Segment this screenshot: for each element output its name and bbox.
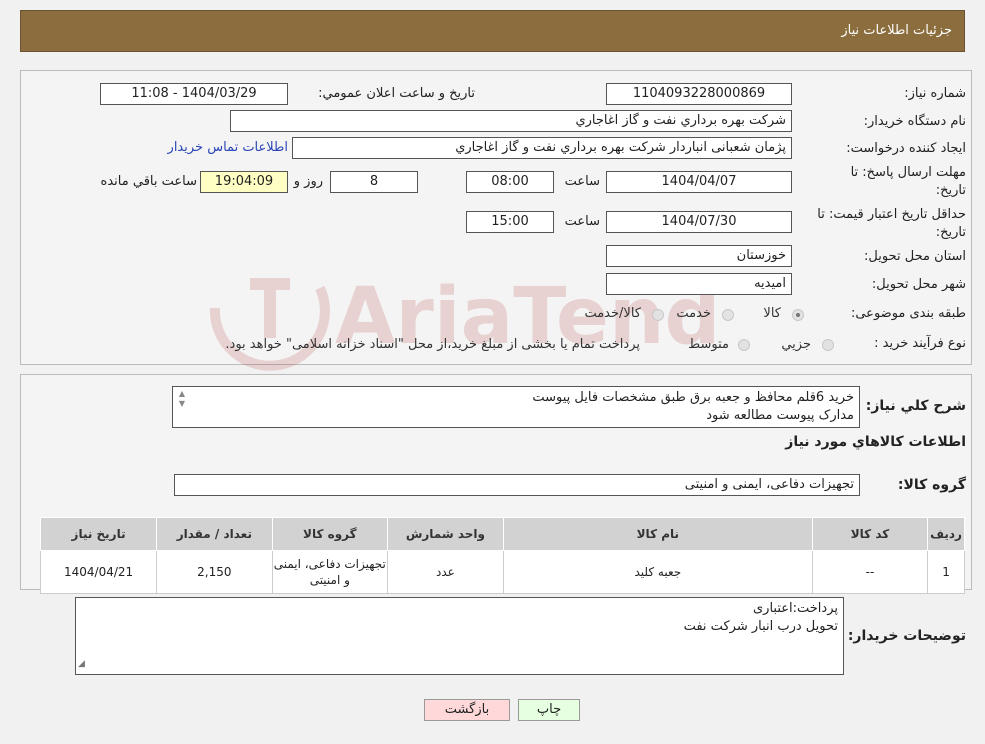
- cell-need-date: 1404/04/21: [39, 550, 158, 594]
- purchase-radio-medium[interactable]: [738, 339, 750, 351]
- items-table: رديف كد كالا نام كالا واحد شمارش گروه كا…: [39, 517, 965, 594]
- back-button[interactable]: بازگشت: [424, 699, 510, 721]
- reply-date-field: 1404/04/07: [606, 171, 792, 193]
- price-validity-time-field: 15:00: [466, 211, 554, 233]
- col-row-number: رديف: [927, 517, 965, 551]
- category-label: طبقه بندی موضوعی:: [850, 306, 966, 321]
- buyer-org-field: شركت بهره برداري نفت و گاز اغاجاري: [230, 110, 792, 132]
- purchase-note: پرداخت تمام یا بخشی از مبلغ خرید،از محل …: [225, 337, 640, 352]
- cell-unit: عدد: [387, 550, 504, 594]
- price-validity-time-label: ساعت: [564, 214, 600, 229]
- group-field: تجهیزات دفاعی، ایمنی و امنیتی: [174, 474, 860, 496]
- col-unit: واحد شمارش: [387, 517, 504, 551]
- price-validity-date-field: 1404/07/30: [606, 211, 792, 233]
- reply-deadline-label-2: تاریخ:: [935, 183, 966, 198]
- col-item-code: كد كالا: [811, 517, 929, 551]
- creator-field: پژمان شعبانی انباردار شركت بهره برداري ن…: [292, 137, 792, 159]
- description-line-1: خريد 6قلم محافظ و جعبه برق طبق مشخصات فا…: [532, 390, 854, 405]
- description-label: شرح كلي نياز:: [865, 398, 966, 414]
- col-need-date: تاريخ نياز: [39, 517, 158, 551]
- category-option-goods-service: كالا/خدمت: [584, 306, 641, 321]
- reply-time-field: 08:00: [466, 171, 554, 193]
- remaining-time-field: 19:04:09: [200, 171, 288, 193]
- creator-label: ايجاد کننده درخواست:: [846, 141, 966, 156]
- col-item-group: گروه كالا: [271, 517, 389, 551]
- cell-item-group: تجهیزات دفاعی، ایمنی و امنیتی: [271, 550, 389, 594]
- description-textarea[interactable]: خريد 6قلم محافظ و جعبه برق طبق مشخصات فا…: [172, 386, 860, 428]
- cell-item-name: جعبه کلید: [502, 550, 813, 594]
- category-radio-goods[interactable]: [792, 309, 804, 321]
- announce-datetime-label: تاریخ و ساعت اعلان عمومي:: [318, 86, 475, 101]
- category-radio-goods-service[interactable]: [652, 309, 664, 321]
- col-item-name: نام كالا: [502, 517, 813, 551]
- table-row: 1 -- جعبه کلید عدد تجهیزات دفاعی، ایمنی …: [39, 550, 965, 594]
- purchase-option-medium: متوسط: [688, 337, 729, 352]
- print-button[interactable]: چاپ: [518, 699, 580, 721]
- buyer-notes-textarea[interactable]: پرداخت:اعتباری تحویل درب انبار شرکت نفت …: [75, 597, 844, 675]
- category-option-service: خدمت: [676, 306, 711, 321]
- cell-quantity: 2,150: [156, 550, 273, 594]
- resize-grip-icon[interactable]: ◢: [78, 655, 85, 673]
- description-line-2: مدارک پیوست مطالعه شود: [706, 408, 854, 423]
- days-label: روز و: [293, 174, 323, 189]
- buyer-contact-link[interactable]: اطلاعات تماس خريدار: [168, 140, 288, 155]
- page-title: جزئیات اطلاعات نیاز: [841, 23, 952, 38]
- reply-deadline-label: مهلت ارسال پاسخ: تا: [850, 165, 966, 180]
- buyer-org-label: نام دستگاه خريدار:: [863, 114, 966, 129]
- cell-item-code: --: [811, 550, 929, 594]
- need-number-label: شماره نیاز:: [904, 86, 966, 101]
- cell-row-number: 1: [927, 550, 965, 594]
- purchase-option-minor: جزيي: [781, 337, 811, 352]
- remaining-time-label: ساعت باقي مانده: [100, 174, 197, 189]
- price-validity-label-2: تاریخ:: [935, 225, 966, 240]
- announce-datetime-field: 1404/03/29 - 11:08: [100, 83, 288, 105]
- price-validity-label: حداقل تاریخ اعتبار قیمت: تا: [817, 207, 966, 222]
- col-quantity: تعداد / مقدار: [156, 517, 273, 551]
- purchase-type-label: نوع فرآیند خرید :: [874, 336, 966, 351]
- reply-time-label: ساعت: [564, 174, 600, 189]
- city-label: شهر محل تحویل:: [871, 277, 966, 292]
- page-header: جزئیات اطلاعات نیاز: [20, 10, 965, 52]
- purchase-radio-minor[interactable]: [822, 339, 834, 351]
- days-field: 8: [330, 171, 418, 193]
- category-option-goods: كالا: [763, 306, 781, 321]
- province-label: استان محل تحویل:: [864, 249, 966, 264]
- buyer-notes-line-2: تحویل درب انبار شرکت نفت: [683, 619, 838, 634]
- category-radio-service[interactable]: [722, 309, 734, 321]
- city-field: امیدیه: [606, 273, 792, 295]
- group-label: گروه كالا:: [897, 477, 966, 493]
- province-field: خوزستان: [606, 245, 792, 267]
- buyer-notes-line-1: پرداخت:اعتباری: [752, 601, 838, 616]
- items-heading: اطلاعات كالاهاي مورد نياز: [785, 434, 966, 450]
- need-number-field: 1104093228000869: [606, 83, 792, 105]
- scroll-arrows-icon[interactable]: ▲ ▼: [175, 389, 189, 409]
- buyer-notes-label: توضيحات خريدار:: [847, 628, 966, 644]
- table-header-row: رديف كد كالا نام كالا واحد شمارش گروه كا…: [39, 517, 965, 551]
